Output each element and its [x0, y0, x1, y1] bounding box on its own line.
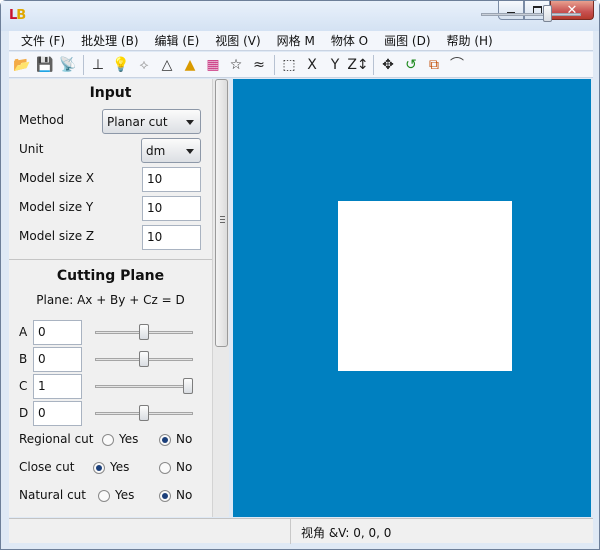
view-angle-status: 视角 &V: 0, 0, 0 — [301, 526, 392, 540]
method-select[interactable]: Planar cut — [102, 109, 201, 134]
select-box-icon[interactable]: ⬚ — [279, 55, 299, 75]
z-axis-icon[interactable]: Z↕ — [347, 55, 368, 75]
menu-help[interactable]: 帮助 (H) — [439, 32, 501, 49]
triangle-mesh-icon[interactable]: △ — [157, 55, 177, 75]
panel-scrollbar-thumb[interactable] — [215, 79, 228, 347]
model-size-z-label: Model size Z — [19, 229, 95, 243]
panel-scrollbar[interactable] — [212, 79, 229, 517]
section-divider — [9, 259, 212, 260]
param-c-label: C — [19, 379, 28, 393]
input-section-title: Input — [89, 85, 132, 101]
wireless-icon[interactable]: 📡 — [58, 55, 78, 75]
close-cut-no-radio[interactable] — [159, 462, 171, 474]
unit-select[interactable]: dm — [141, 138, 201, 163]
close-button[interactable]: ✕ — [550, 1, 594, 20]
curve-icon[interactable]: ≈ — [249, 55, 269, 75]
param-a-input[interactable]: 0 — [33, 320, 82, 345]
star-icon[interactable]: ☆ — [226, 55, 246, 75]
method-label: Method — [19, 113, 65, 127]
toolbar-separator — [83, 54, 84, 75]
method-select-value: Planar cut — [107, 115, 168, 129]
model-size-y-label: Model size Y — [19, 200, 94, 214]
param-d-slider-thumb[interactable] — [139, 405, 149, 421]
natural-cut-yes-radio[interactable] — [98, 490, 110, 502]
natural-cut-no-label: No — [176, 488, 193, 502]
menu-file[interactable]: 文件 (F) — [13, 32, 73, 49]
regional-cut-no-radio[interactable] — [159, 434, 171, 446]
chevron-down-icon — [186, 120, 194, 125]
rotate-icon[interactable]: ↺ — [401, 55, 421, 75]
close-cut-label: Close cut — [19, 460, 75, 474]
unit-select-value: dm — [146, 144, 166, 158]
3d-viewport[interactable] — [233, 79, 591, 517]
model-size-x-label: Model size X — [19, 171, 95, 185]
menu-object[interactable]: 物体 O — [323, 32, 376, 49]
y-axis-icon[interactable]: Y — [325, 55, 345, 75]
close-cut-no-label: No — [176, 460, 193, 474]
regional-cut-yes-radio[interactable] — [102, 434, 114, 446]
x-axis-icon[interactable]: X — [302, 55, 322, 75]
param-a-label: A — [19, 325, 28, 339]
status-bar: 视角 &V: 0, 0, 0 — [9, 518, 593, 544]
regional-cut-yes-label: Yes — [119, 432, 139, 446]
param-c-slider[interactable] — [95, 385, 193, 388]
color-palette-icon[interactable]: ▦ — [203, 55, 223, 75]
zoom-slider-track[interactable] — [481, 13, 581, 16]
param-a-slider-thumb[interactable] — [139, 324, 149, 340]
model-size-z-input[interactable]: 10 — [142, 225, 201, 250]
menu-batch[interactable]: 批处理 (B) — [73, 32, 146, 49]
app-logo-icon: LB — [9, 8, 26, 23]
tree-wire-icon[interactable]: ⟡ — [134, 55, 154, 75]
title-bar[interactable]: LB ✕ — [1, 1, 599, 31]
minimize-button[interactable] — [498, 1, 524, 20]
cutting-plane-title: Cutting Plane — [56, 268, 165, 284]
triangle-fill-icon[interactable]: ▲ — [180, 55, 200, 75]
model-preview — [338, 201, 512, 371]
menu-edit[interactable]: 编辑 (E) — [147, 32, 208, 49]
toolbar-separator — [373, 54, 374, 75]
regional-cut-no-label: No — [176, 432, 193, 446]
toolbar-separator — [274, 54, 275, 75]
menu-draw[interactable]: 画图 (D) — [376, 32, 438, 49]
unit-label: Unit — [19, 142, 44, 156]
app-window: LB ✕ 文件 (F) 批处理 (B) 编辑 (E) 视图 (V) 网格 M 物… — [0, 0, 600, 550]
close-cut-yes-radio[interactable] — [93, 462, 105, 474]
bulb-icon[interactable]: 💡 — [111, 55, 131, 75]
zoom-slider-thumb[interactable] — [542, 5, 552, 22]
param-b-input[interactable]: 0 — [33, 347, 82, 372]
plane-equation: Plane: Ax + By + Cz = D — [36, 293, 185, 307]
natural-cut-yes-label: Yes — [115, 488, 135, 502]
menu-bar: 文件 (F) 批处理 (B) 编辑 (E) 视图 (V) 网格 M 物体 O 画… — [9, 31, 593, 51]
close-cut-yes-label: Yes — [110, 460, 130, 474]
param-c-input[interactable]: 1 — [33, 374, 82, 399]
param-c-slider-thumb[interactable] — [183, 378, 193, 394]
model-size-x-input[interactable]: 10 — [142, 167, 201, 192]
chevron-down-icon — [186, 149, 194, 154]
properties-panel: Input Method Planar cut Unit dm Model si… — [9, 79, 229, 517]
axes-icon[interactable]: ⊥ — [88, 55, 108, 75]
param-b-label: B — [19, 352, 28, 366]
move-icon[interactable]: ✥ — [378, 55, 398, 75]
natural-cut-label: Natural cut — [19, 488, 86, 502]
model-size-y-input[interactable]: 10 — [142, 196, 201, 221]
param-d-input[interactable]: 0 — [33, 401, 82, 426]
grip-icon — [220, 216, 225, 223]
open-folder-icon[interactable]: 📂 — [12, 55, 32, 75]
save-icon[interactable]: 💾 — [35, 55, 55, 75]
toolbar: 📂 💾 📡 ⊥ 💡 ⟡ △ ▲ ▦ ☆ ≈ ⬚ X Y Z↕ ✥ ↺ ⧉ ⌒ — [9, 52, 593, 78]
bend-icon[interactable]: ⌒ — [447, 55, 467, 75]
menu-view[interactable]: 视图 (V) — [207, 32, 268, 49]
scale-icon[interactable]: ⧉ — [424, 55, 444, 75]
menu-mesh[interactable]: 网格 M — [269, 32, 323, 49]
natural-cut-no-radio[interactable] — [159, 490, 171, 502]
status-pane-left — [9, 519, 291, 544]
param-b-slider-thumb[interactable] — [139, 351, 149, 367]
param-d-label: D — [19, 406, 29, 420]
regional-cut-label: Regional cut — [19, 432, 94, 446]
